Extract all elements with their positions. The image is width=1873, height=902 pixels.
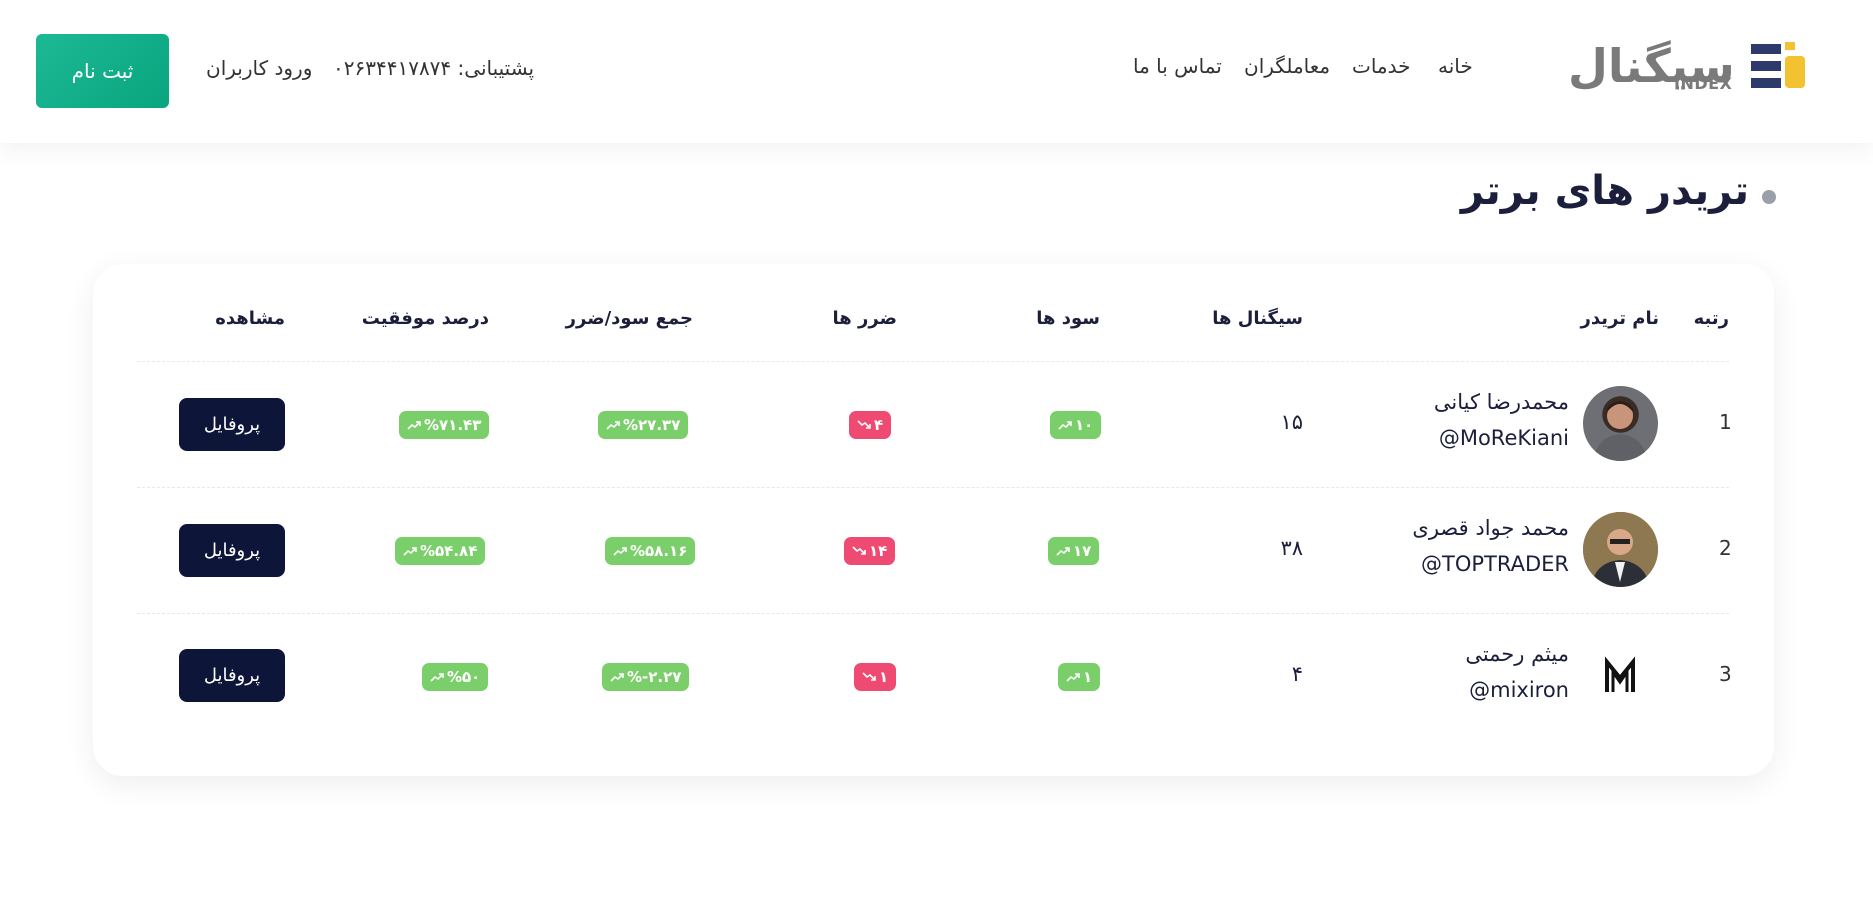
header-profits: سود ها: [1036, 308, 1100, 329]
row2-total: %۵۸.۱۶: [630, 542, 688, 560]
row2-total-badge: %۵۸.۱۶: [605, 537, 696, 565]
row3-trader-handle[interactable]: @mixiron: [1469, 678, 1569, 702]
row2-trader-name: محمد جواد قصری: [1412, 516, 1569, 540]
trader-avatar[interactable]: [1583, 512, 1658, 587]
nav-services[interactable]: خدمات: [1352, 54, 1411, 78]
row1-signals: ۱۵: [1280, 410, 1303, 434]
row3-profits: ۱: [1083, 668, 1093, 686]
row3-trader-name: میثم رحمتی: [1465, 642, 1569, 666]
trend-up-icon: [430, 673, 444, 682]
nav-traders[interactable]: معاملگران: [1244, 54, 1330, 78]
row2-losses-badge: ۱۴: [844, 537, 896, 565]
trend-down-icon: [862, 672, 876, 681]
row1-success-badge: %۷۱.۴۳: [399, 411, 490, 439]
trader-avatar[interactable]: [1583, 386, 1658, 461]
title-bullet: [1762, 190, 1776, 204]
trend-down-icon: [852, 546, 866, 555]
row2-profits: ۱۷: [1073, 542, 1092, 560]
site-header: سیگنال INDEX خانه خدمات معاملگران تماس ب…: [0, 0, 1873, 143]
header-trader-name: نام تریدر: [1580, 308, 1659, 329]
header-view: مشاهده: [215, 308, 285, 329]
row2-profits-badge: ۱۷: [1048, 537, 1100, 565]
logo-subtext: INDEX: [1674, 74, 1733, 93]
trader-avatar[interactable]: [1583, 638, 1658, 713]
row3-profits-badge: ۱: [1058, 663, 1101, 691]
row2-success: %۵۴.۸۴: [420, 542, 478, 560]
section-title: تریدر های برتر: [1460, 168, 1749, 214]
row1-trader-handle[interactable]: @MoReKiani: [1439, 426, 1569, 450]
row1-losses: ۴: [874, 416, 884, 434]
row1-trader-name: محمدرضا کیانی: [1433, 390, 1569, 414]
row3-total-badge: %-۲.۲۷: [602, 663, 690, 691]
row1-rank: 1: [1719, 410, 1732, 434]
trend-up-icon: [407, 421, 421, 430]
row1-total-badge: %۲۷.۳۷: [598, 411, 689, 439]
row3-success-badge: %۵۰: [422, 663, 489, 691]
mixiron-logo-icon: [1605, 656, 1635, 692]
row1-total: %۲۷.۳۷: [623, 416, 681, 434]
login-link[interactable]: ورود کاربران: [206, 56, 312, 80]
row3-losses-badge: ۱: [854, 663, 897, 691]
site-logo[interactable]: سیگنال INDEX: [1568, 36, 1814, 96]
row3-rank: 3: [1719, 662, 1732, 686]
row-divider: [137, 487, 1729, 488]
row2-success-badge: %۵۴.۸۴: [395, 537, 486, 565]
row1-profits: ۱۰: [1075, 416, 1094, 434]
row2-losses: ۱۴: [869, 542, 888, 560]
row2-trader-handle[interactable]: @TOPTRADER: [1421, 552, 1569, 576]
row-divider: [137, 361, 1729, 362]
row1-losses-badge: ۴: [849, 411, 892, 439]
nav-contact[interactable]: تماس با ما: [1133, 54, 1222, 78]
trend-up-icon: [1058, 421, 1072, 430]
support-phone: پشتیبانی: ۰۲۶۳۴۴۱۷۸۷۴: [333, 56, 535, 80]
logo-mark-icon: [1751, 42, 1805, 88]
trend-down-icon: [857, 420, 871, 429]
row3-signals: ۴: [1291, 662, 1303, 686]
trend-up-icon: [613, 547, 627, 556]
row3-profile-button[interactable]: پروفایل: [179, 649, 285, 702]
header-total: جمع سود/ضرر: [565, 308, 693, 329]
signup-button[interactable]: ثبت نام: [36, 34, 169, 108]
row1-success: %۷۱.۴۳: [424, 416, 482, 434]
header-losses: ضرر ها: [832, 308, 897, 329]
row2-rank: 2: [1719, 536, 1732, 560]
trend-up-icon: [403, 547, 417, 556]
row3-total: %-۲.۲۷: [627, 668, 682, 686]
header-success: درصد موفقیت: [361, 308, 489, 329]
trend-up-icon: [1066, 673, 1080, 682]
header-rank: رتبه: [1693, 308, 1729, 329]
row2-profile-button[interactable]: پروفایل: [179, 524, 285, 577]
header-signals: سیگنال ها: [1212, 308, 1303, 329]
trend-up-icon: [1056, 547, 1070, 556]
trend-up-icon: [606, 421, 620, 430]
row1-profile-button[interactable]: پروفایل: [179, 398, 285, 451]
nav-home[interactable]: خانه: [1438, 54, 1473, 78]
row-divider: [137, 613, 1729, 614]
row2-signals: ۳۸: [1280, 536, 1303, 560]
trend-up-icon: [610, 673, 624, 682]
row1-profits-badge: ۱۰: [1050, 411, 1102, 439]
row3-losses: ۱: [879, 668, 889, 686]
row3-success: %۵۰: [447, 668, 481, 686]
